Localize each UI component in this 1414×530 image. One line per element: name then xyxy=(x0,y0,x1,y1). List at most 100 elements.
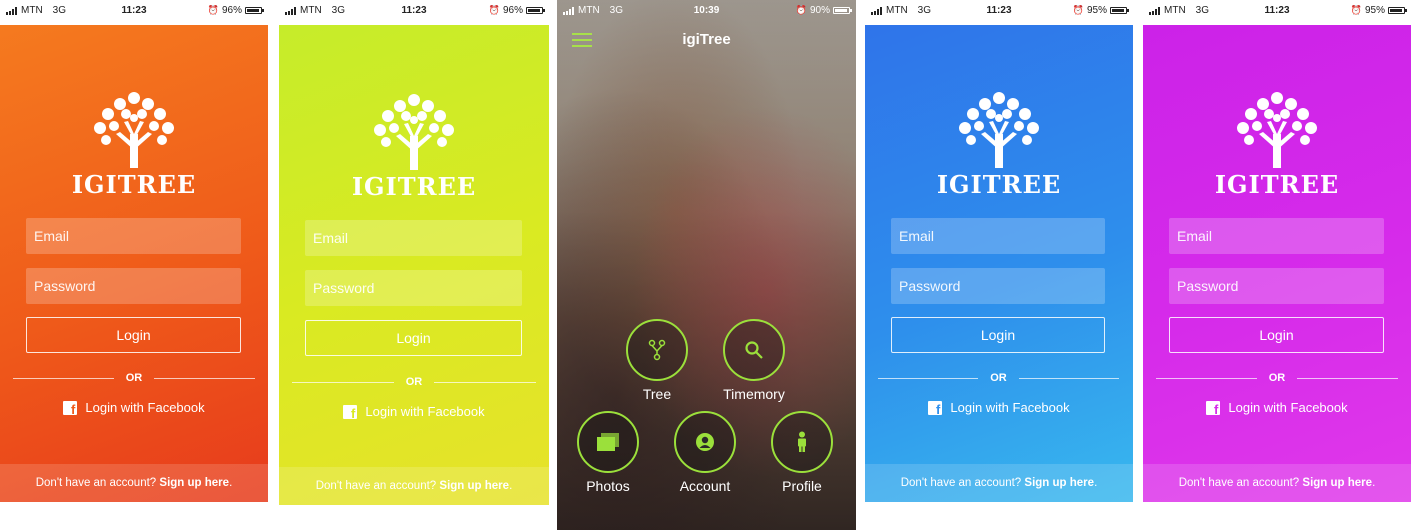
email-field[interactable] xyxy=(891,218,1105,254)
photos-button[interactable] xyxy=(577,411,639,473)
tree-logo-icon xyxy=(94,92,174,168)
status-bar: MTN 3G 11:23 ⏰ 95% xyxy=(1143,0,1411,20)
app-logo: IGITREE xyxy=(1143,90,1411,199)
search-icon xyxy=(745,341,763,359)
battery-icon xyxy=(245,7,264,14)
tree-logo-icon xyxy=(959,92,1039,168)
login-button[interactable]: Login xyxy=(891,317,1105,353)
status-bar: MTN 3G 11:23 ⏰ 96% xyxy=(0,0,268,20)
logo-text: IGITREE xyxy=(936,170,1062,199)
signup-footer: Don't have an account? Sign up here. xyxy=(1143,464,1411,502)
password-field[interactable] xyxy=(891,268,1105,304)
facebook-login-label: Login with Facebook xyxy=(950,400,1070,415)
battery-percent: 90% xyxy=(809,5,830,16)
signup-footer: Don't have an account? Sign up here. xyxy=(865,464,1133,502)
timemory-label: Timemory xyxy=(723,386,785,402)
footer-text: Don't have an account? xyxy=(1178,477,1300,489)
account-label: Account xyxy=(679,478,731,494)
app-logo: IGITREE xyxy=(865,90,1133,199)
facebook-icon: f xyxy=(1206,400,1221,416)
tree-logo-icon xyxy=(1237,92,1317,168)
facebook-login-label: Login with Facebook xyxy=(1228,400,1348,415)
footer-period: . xyxy=(509,480,513,492)
battery-icon xyxy=(1388,7,1407,14)
logo-text: IGITREE xyxy=(1214,170,1340,199)
facebook-login-link[interactable]: f Login with Facebook xyxy=(279,404,549,420)
signup-footer: Don't have an account? Sign up here. xyxy=(279,467,549,505)
battery-percent: 95% xyxy=(1364,5,1385,16)
or-label: OR xyxy=(990,372,1007,384)
signup-link[interactable]: Sign up here xyxy=(439,480,509,492)
tree-logo-icon xyxy=(374,94,454,170)
facebook-icon: f xyxy=(343,404,358,420)
email-field[interactable] xyxy=(1169,218,1384,254)
login-screen-yellow: MTN 3G 11:23 ⏰ 96% IGITREE Email Login O… xyxy=(279,5,549,505)
status-bar: MTN 3G 11:23 ⏰ 95% xyxy=(865,0,1133,20)
alarm-icon: ⏰ xyxy=(1072,5,1084,15)
home-screen: MTN 3G 10:39 ⏰ 90% igiTree Tree Timemory xyxy=(557,0,856,530)
tree-label: Tree xyxy=(642,386,672,402)
login-button[interactable]: Login xyxy=(26,317,241,353)
status-bar: MTN 3G 11:23 ⏰ 96% xyxy=(279,0,549,20)
login-button[interactable]: Login xyxy=(1169,317,1384,353)
person-icon xyxy=(798,431,806,452)
photos-label: Photos xyxy=(586,478,630,494)
facebook-login-label: Login with Facebook xyxy=(85,400,205,415)
or-label: OR xyxy=(1268,372,1286,384)
facebook-login-link[interactable]: f Login with Facebook xyxy=(1143,400,1411,416)
or-label: OR xyxy=(405,376,423,388)
footer-period: . xyxy=(1094,477,1098,489)
logo-text: IGITREE xyxy=(71,170,197,199)
or-divider: OR xyxy=(1156,372,1398,384)
tree-button[interactable] xyxy=(626,319,688,381)
or-divider: OR xyxy=(878,372,1119,384)
login-screen-purple: MTN 3G 11:23 ⏰ 95% IGITREE Email Login O… xyxy=(1143,5,1411,502)
alarm-icon: ⏰ xyxy=(795,5,807,15)
footer-period: . xyxy=(229,477,233,489)
account-icon xyxy=(696,433,714,451)
signup-link[interactable]: Sign up here xyxy=(159,477,229,489)
battery-icon xyxy=(526,7,545,14)
email-field[interactable] xyxy=(305,220,522,256)
timemory-button[interactable] xyxy=(723,319,785,381)
login-button[interactable]: Login xyxy=(305,320,522,356)
password-field[interactable] xyxy=(305,270,522,306)
footer-text: Don't have an account? xyxy=(35,477,157,489)
logo-text: IGITREE xyxy=(351,172,477,201)
account-button[interactable] xyxy=(674,411,736,473)
footer-text: Don't have an account? xyxy=(900,477,1022,489)
or-divider: OR xyxy=(292,376,536,388)
alarm-icon: ⏰ xyxy=(488,5,500,15)
profile-button[interactable] xyxy=(771,411,833,473)
footer-text: Don't have an account? xyxy=(315,480,437,492)
battery-percent: 96% xyxy=(221,5,242,16)
facebook-icon: f xyxy=(928,400,943,416)
app-logo: IGITREE xyxy=(279,92,549,201)
facebook-login-label: Login with Facebook xyxy=(365,404,485,419)
signup-link[interactable]: Sign up here xyxy=(1024,477,1094,489)
alarm-icon: ⏰ xyxy=(1350,5,1362,15)
footer-period: . xyxy=(1372,477,1376,489)
battery-icon xyxy=(833,7,852,14)
password-field[interactable] xyxy=(1169,268,1384,304)
login-screen-blue: MTN 3G 11:23 ⏰ 95% IGITREE Email Login O… xyxy=(865,5,1133,502)
signup-link[interactable]: Sign up here xyxy=(1302,477,1372,489)
login-screen-orange: MTN 3G 11:23 ⏰ 96% IGITREE Email Login O… xyxy=(0,5,268,502)
battery-percent: 96% xyxy=(502,5,523,16)
facebook-login-link[interactable]: f Login with Facebook xyxy=(865,400,1133,416)
or-divider: OR xyxy=(13,372,255,384)
battery-percent: 95% xyxy=(1086,5,1107,16)
facebook-icon: f xyxy=(63,400,78,416)
alarm-icon: ⏰ xyxy=(207,5,219,15)
password-field[interactable] xyxy=(26,268,241,304)
facebook-login-link[interactable]: f Login with Facebook xyxy=(0,400,268,416)
email-field[interactable] xyxy=(26,218,241,254)
battery-icon xyxy=(1110,7,1129,14)
signup-footer: Don't have an account? Sign up here. xyxy=(0,464,268,502)
photos-icon xyxy=(597,433,619,451)
profile-label: Profile xyxy=(782,478,822,494)
status-bar: MTN 3G 10:39 ⏰ 90% xyxy=(557,0,856,20)
tree-branch-icon xyxy=(648,339,666,361)
app-title: igiTree xyxy=(682,31,731,48)
app-logo: IGITREE xyxy=(0,90,268,199)
